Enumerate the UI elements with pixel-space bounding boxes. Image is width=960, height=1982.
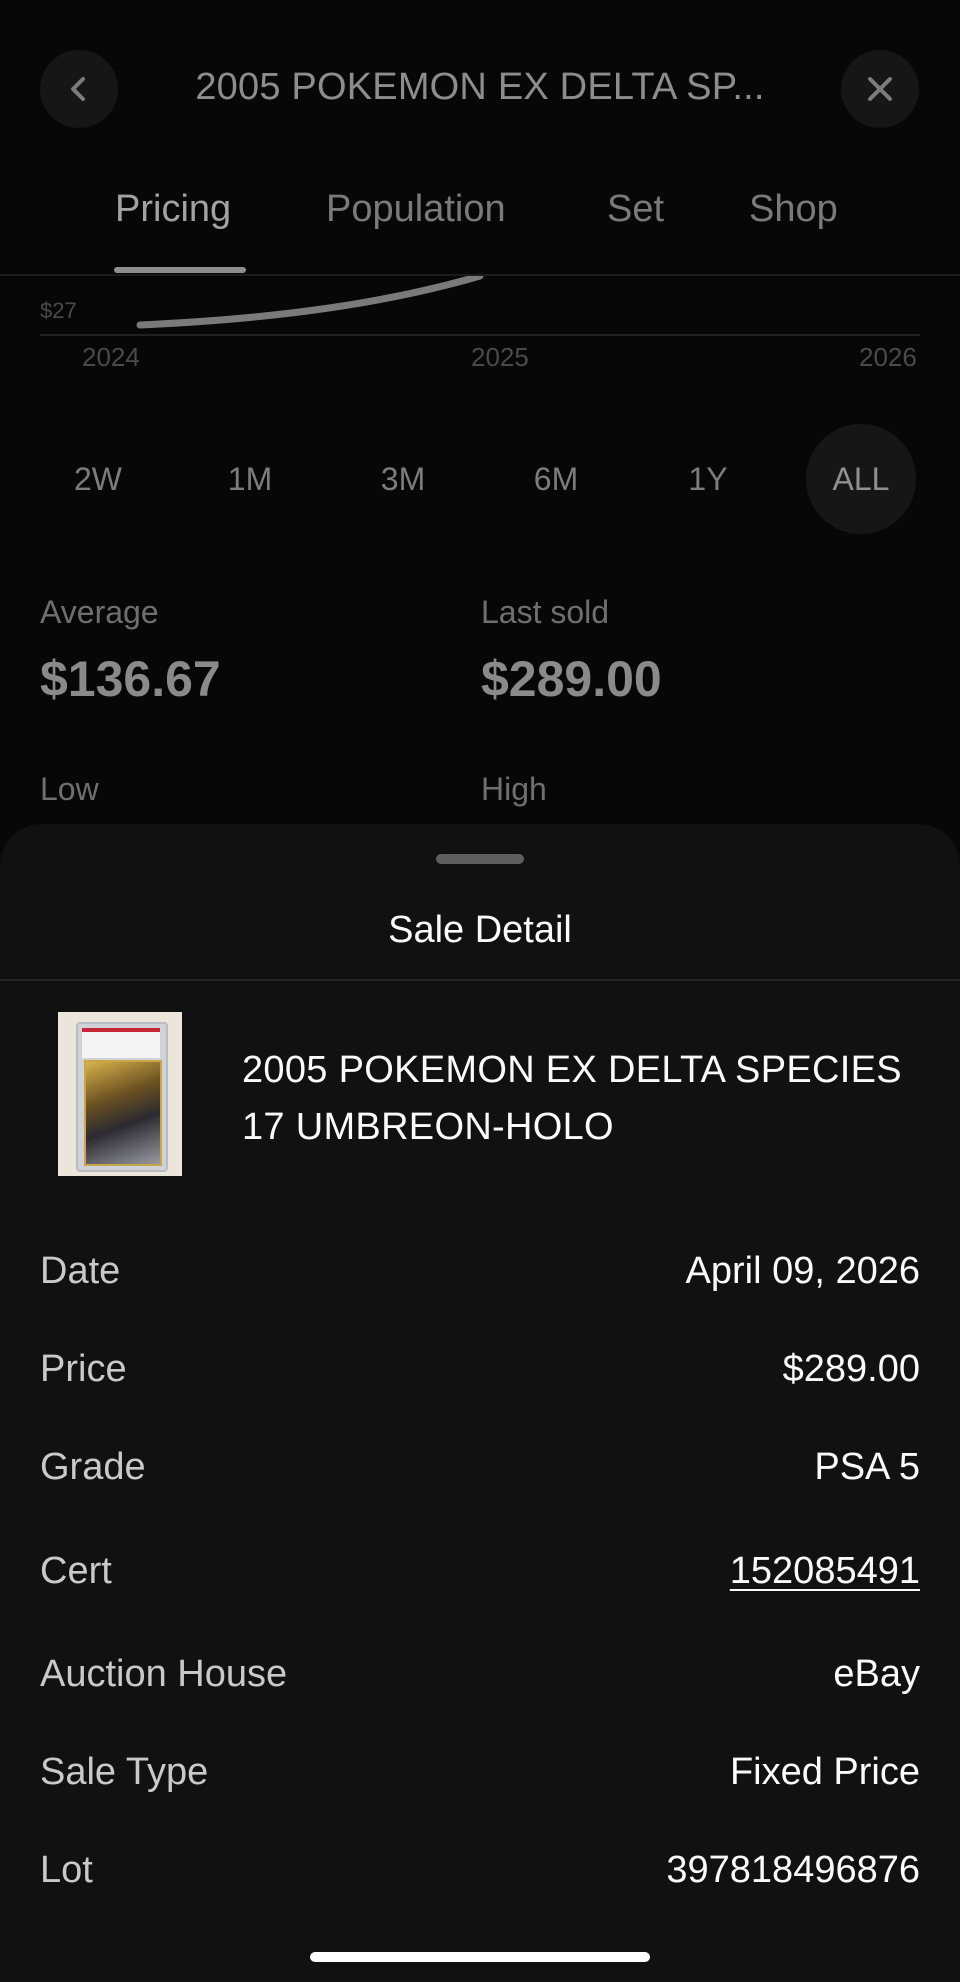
card-name: 2005 POKEMON EX DELTA SPECIES 17 UMBREON… xyxy=(242,1049,902,1148)
price-value: $289.00 xyxy=(782,1348,920,1390)
tab-shop[interactable]: Shop xyxy=(749,188,838,231)
price-chart: $27 2024 2025 2026 xyxy=(40,276,920,372)
sheet-title: Sale Detail xyxy=(388,909,572,951)
price-label: Price xyxy=(40,1348,127,1390)
range-1y-label: 1Y xyxy=(688,460,728,497)
range-1m-label: 1M xyxy=(227,460,273,497)
back-button[interactable] xyxy=(40,50,118,128)
auction-house-value: eBay xyxy=(833,1653,920,1695)
date-value: April 09, 2026 xyxy=(685,1250,921,1292)
average-label: Average xyxy=(40,594,159,630)
detail-row-cert: Cert 152085491 xyxy=(40,1550,920,1610)
close-button[interactable] xyxy=(841,50,919,128)
page-title: 2005 POKEMON EX DELTA SP... xyxy=(195,66,765,108)
average-value: $136.67 xyxy=(40,651,221,707)
range-3m-button[interactable]: 3M xyxy=(348,424,458,534)
sheet-divider xyxy=(0,979,960,981)
card-artwork xyxy=(84,1060,162,1166)
grade-value: PSA 5 xyxy=(814,1446,920,1488)
y-axis-min-label: $27 xyxy=(40,298,77,323)
tab-set[interactable]: Set xyxy=(607,188,664,231)
range-3m-label: 3M xyxy=(380,460,426,497)
tab-population[interactable]: Population xyxy=(326,188,506,231)
detail-row-date: Date April 09, 2026 xyxy=(40,1250,920,1310)
date-label: Date xyxy=(40,1250,121,1292)
range-1m-button[interactable]: 1M xyxy=(195,424,305,534)
price-series-line xyxy=(136,276,484,329)
detail-row-lot: Lot 397818496876 xyxy=(40,1849,920,1909)
x-tick-2026: 2026 xyxy=(859,342,917,372)
range-6m-button[interactable]: 6M xyxy=(501,424,611,534)
lot-value: 397818496876 xyxy=(666,1849,920,1891)
active-tab-indicator xyxy=(114,267,246,273)
range-1y-button[interactable]: 1Y xyxy=(653,424,763,534)
time-range-selector: 2W 1M 3M 6M 1Y ALL xyxy=(0,424,960,534)
home-indicator[interactable] xyxy=(310,1952,650,1962)
last-sold-value: $289.00 xyxy=(481,651,662,707)
lot-label: Lot xyxy=(40,1849,93,1891)
tab-pricing[interactable]: Pricing xyxy=(115,188,231,231)
low-label: Low xyxy=(40,771,99,807)
last-sold-label: Last sold xyxy=(481,594,610,630)
sale-type-value: Fixed Price xyxy=(729,1751,920,1793)
detail-row-price: Price $289.00 xyxy=(40,1348,920,1408)
range-2w-label: 2W xyxy=(74,460,122,497)
x-tick-2024: 2024 xyxy=(82,342,140,372)
graded-slab-image xyxy=(76,1022,168,1172)
detail-row-auction-house: Auction House eBay xyxy=(40,1653,920,1713)
detail-row-sale-type: Sale Type Fixed Price xyxy=(40,1751,920,1811)
card-thumbnail[interactable] xyxy=(58,1012,182,1176)
tab-bar: Pricing Population Set Shop xyxy=(0,188,960,274)
grade-label: Grade xyxy=(40,1446,146,1488)
sale-detail-sheet: Sale Detail 2005 POKEMON EX DELTA SPECIE… xyxy=(0,824,960,1982)
range-6m-label: 6M xyxy=(533,460,579,497)
range-all-button[interactable]: ALL xyxy=(806,424,916,534)
sale-type-label: Sale Type xyxy=(40,1751,209,1793)
range-2w-button[interactable]: 2W xyxy=(43,424,153,534)
high-label: High xyxy=(481,771,547,807)
sheet-drag-handle[interactable] xyxy=(436,854,524,864)
slab-label xyxy=(82,1028,160,1058)
close-icon xyxy=(868,77,892,101)
auction-house-label: Auction House xyxy=(40,1653,288,1695)
x-tick-2025: 2025 xyxy=(471,342,529,372)
detail-row-grade: Grade PSA 5 xyxy=(40,1446,920,1506)
range-all-label: ALL xyxy=(832,460,890,497)
chevron-left-icon xyxy=(71,77,85,101)
cert-link[interactable]: 152085491 xyxy=(730,1550,920,1593)
cert-label: Cert xyxy=(40,1550,112,1592)
